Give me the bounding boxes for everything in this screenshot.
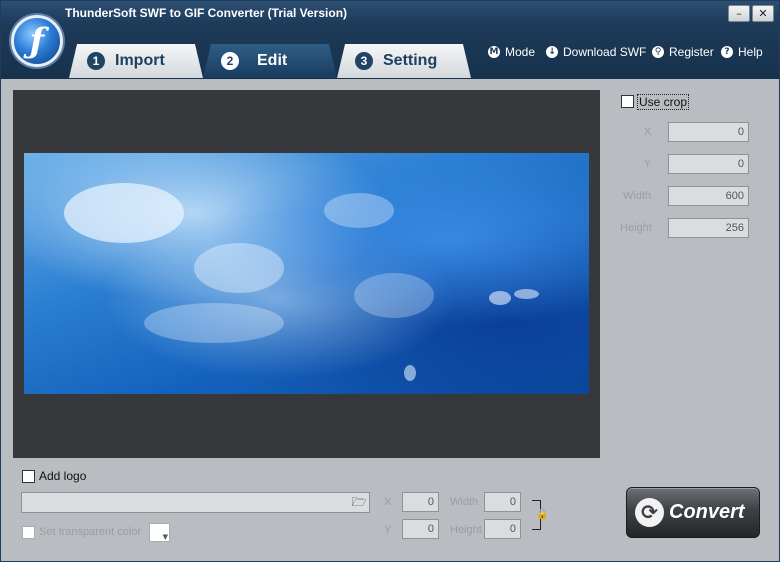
title-bar: ƒ ThunderSoft SWF to GIF Converter (Tria… xyxy=(1,1,779,79)
app-logo-icon: ƒ xyxy=(11,15,63,67)
tab-edit-number: 2 xyxy=(221,52,239,70)
use-crop-checkbox[interactable] xyxy=(621,95,634,108)
tab-setting-label: Setting xyxy=(383,52,438,69)
logo-path-input[interactable]: 🗁 xyxy=(21,492,370,513)
refresh-icon: ⟳ xyxy=(635,498,664,527)
crop-y-input[interactable]: 0 xyxy=(668,154,749,174)
tab-edit-label: Edit xyxy=(257,52,288,69)
use-crop-label: Use crop xyxy=(637,94,690,110)
menu-mode-label: Mode xyxy=(505,45,536,59)
logo-width-input[interactable]: 0 xyxy=(484,492,521,512)
crop-height-input[interactable]: 256 xyxy=(668,218,749,238)
close-button[interactable]: ✕ xyxy=(752,5,774,22)
transparent-color-checkbox[interactable] xyxy=(22,526,35,539)
help-icon: ? xyxy=(721,46,733,58)
transparent-color-picker[interactable]: ▼ xyxy=(149,523,170,542)
menu-help[interactable]: ? Help xyxy=(721,45,763,59)
minimize-button[interactable]: – xyxy=(728,5,750,22)
tab-import-label: Import xyxy=(115,52,165,69)
menu-register[interactable]: ⚲ Register xyxy=(652,45,714,59)
menu-download-label: Download SWF xyxy=(563,45,647,59)
logo-y-input[interactable]: 0 xyxy=(402,519,439,539)
video-frame xyxy=(24,153,589,394)
convert-button-label: Convert xyxy=(669,501,745,523)
mode-icon: M xyxy=(488,46,500,58)
menu-download-swf[interactable]: ↓ Download SWF xyxy=(546,45,646,59)
menu-register-label: Register xyxy=(669,45,714,59)
chevron-down-icon: ▼ xyxy=(162,533,168,541)
logo-height-label: Height xyxy=(450,524,482,536)
logo-y-label: Y xyxy=(384,524,392,536)
window-title: ThunderSoft SWF to GIF Converter (Trial … xyxy=(65,6,348,20)
tab-setting-number: 3 xyxy=(355,52,373,70)
convert-button[interactable]: ⟳ Convert xyxy=(626,487,760,538)
transparent-color-label: Set transparent color xyxy=(39,526,142,538)
logo-x-input[interactable]: 0 xyxy=(402,492,439,512)
logo-height-input[interactable]: 0 xyxy=(484,519,521,539)
menu-help-label: Help xyxy=(738,45,763,59)
tab-edit[interactable]: 2 Edit xyxy=(203,44,337,78)
tab-import[interactable]: 1 Import xyxy=(69,44,203,78)
app-window: ƒ ThunderSoft SWF to GIF Converter (Tria… xyxy=(0,0,780,562)
add-logo-label: Add logo xyxy=(39,469,87,483)
tab-setting[interactable]: 3 Setting xyxy=(337,44,471,78)
logo-width-label: Width xyxy=(450,496,479,508)
logo-x-label: X xyxy=(384,496,392,508)
crop-y-label: Y xyxy=(644,158,652,170)
key-icon: ⚲ xyxy=(652,46,664,58)
crop-width-label: Width xyxy=(623,190,652,202)
tab-import-number: 1 xyxy=(87,52,105,70)
lock-icon[interactable]: 🔒 xyxy=(536,509,548,520)
crop-x-input[interactable]: 0 xyxy=(668,122,749,142)
crop-height-label: Height xyxy=(620,222,652,234)
crop-x-label: X xyxy=(644,126,652,138)
download-icon: ↓ xyxy=(546,46,558,58)
preview-area xyxy=(13,90,600,458)
menu-mode[interactable]: M Mode xyxy=(488,45,535,59)
folder-open-icon[interactable]: 🗁 xyxy=(350,494,368,511)
crop-width-input[interactable]: 600 xyxy=(668,186,749,206)
add-logo-checkbox[interactable] xyxy=(22,470,35,483)
